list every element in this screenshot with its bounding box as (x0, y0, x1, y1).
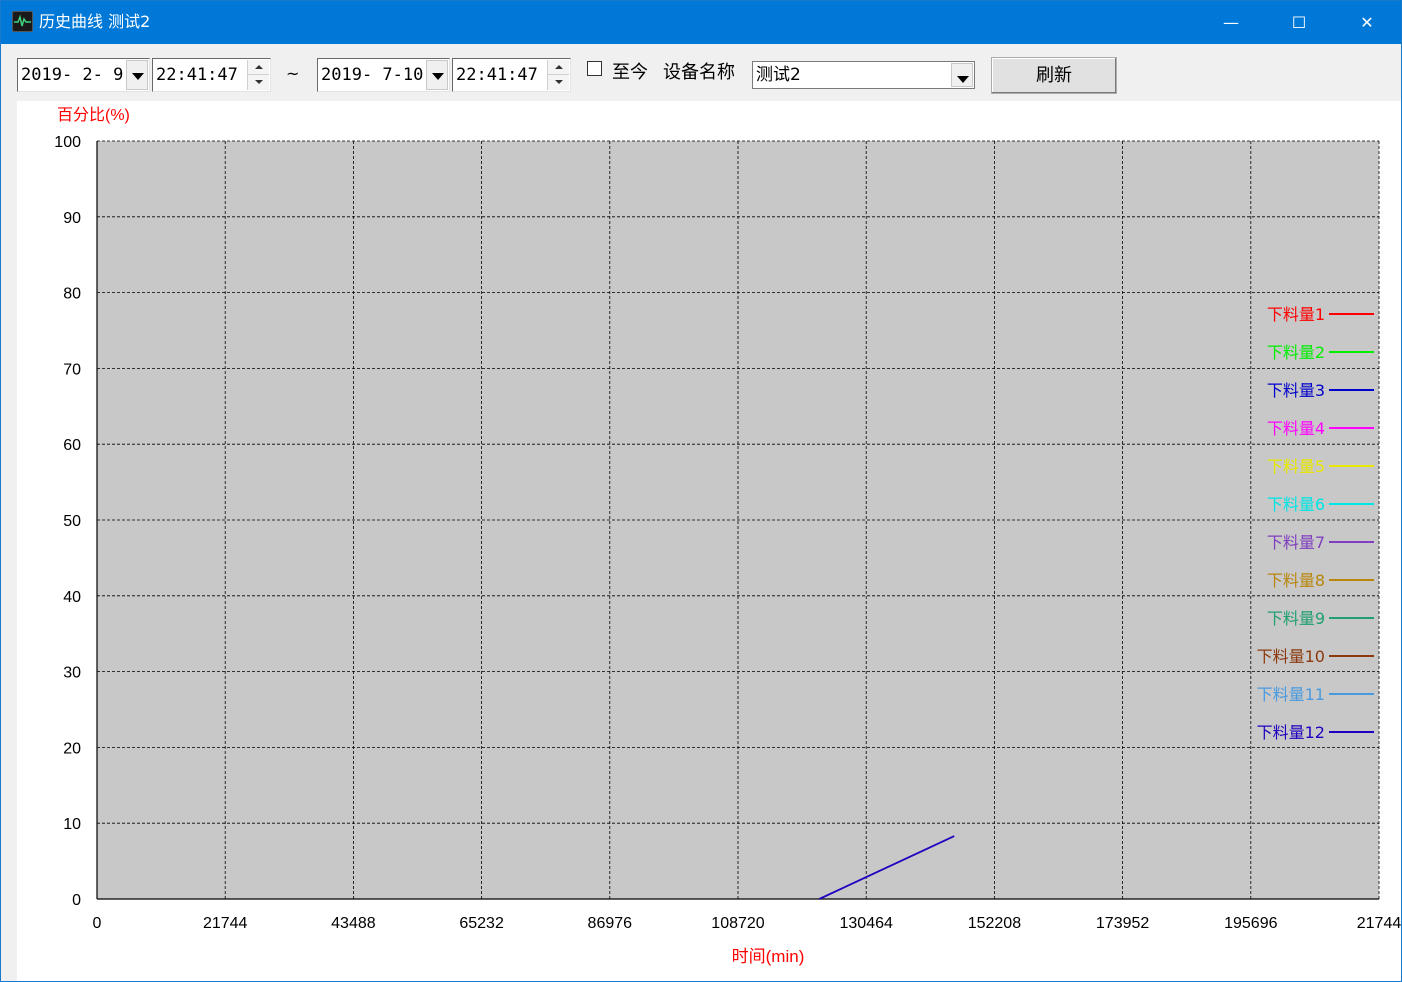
until-now-label[interactable]: 至今 (612, 58, 648, 84)
legend-label: 下料量5 (1267, 457, 1325, 476)
x-tick-label: 86976 (588, 915, 633, 932)
start-time-field[interactable]: 22:41:47 (152, 58, 271, 92)
x-tick-label: 65232 (459, 915, 504, 932)
spin-down-icon[interactable] (248, 75, 269, 90)
end-time-value: 22:41:47 (456, 65, 538, 85)
legend-label: 下料量2 (1267, 343, 1325, 362)
x-tick-label: 21744 (1357, 915, 1401, 932)
start-time-spinner[interactable] (247, 60, 269, 90)
start-date-picker[interactable]: 2019- 2- 9 (17, 58, 150, 92)
end-time-field[interactable]: 22:41:47 (452, 58, 571, 92)
chevron-down-icon[interactable] (426, 60, 448, 90)
history-curve-window: 历史曲线 测试2 — ☐ ✕ 2019- 2- 9 22:41:47 ~ 201… (0, 0, 1402, 982)
y-axis-title: 百分比(%) (57, 106, 130, 124)
until-now-checkbox[interactable] (587, 61, 602, 76)
y-tick-label: 90 (63, 210, 81, 227)
legend-label: 下料量10 (1257, 647, 1325, 666)
start-time-value: 22:41:47 (156, 65, 238, 85)
x-tick-label: 108720 (711, 915, 764, 932)
history-chart: 0 10 20 30 40 50 60 70 80 90 100 0 21744 43488 65232 86… (17, 101, 1401, 981)
history-chart-svg: 0 10 20 30 40 50 60 70 80 90 100 0 21744 43488 65232 86… (54, 106, 1401, 966)
end-time-spinner[interactable] (547, 60, 569, 90)
start-date-value: 2019- 2- 9 (21, 65, 124, 85)
x-tick-label: 173952 (1096, 915, 1149, 932)
x-axis-title: 时间(min) (732, 947, 805, 966)
spin-up-icon[interactable] (248, 60, 269, 75)
device-select[interactable]: 测试2 (752, 61, 975, 89)
x-tick-label: 21744 (203, 915, 248, 932)
legend-label: 下料量6 (1267, 495, 1325, 514)
x-tick-label: 0 (93, 915, 102, 932)
legend-label: 下料量4 (1267, 419, 1325, 438)
window-title: 历史曲线 测试2 (39, 12, 151, 31)
close-icon[interactable]: ✕ (1333, 1, 1401, 44)
legend-label: 下料量8 (1267, 571, 1325, 590)
y-tick-label: 100 (54, 134, 81, 151)
y-tick-label: 20 (63, 740, 81, 757)
y-tick-label: 50 (63, 513, 81, 530)
spin-down-icon[interactable] (548, 75, 569, 90)
chevron-down-icon[interactable] (126, 60, 148, 90)
y-tick-label: 70 (63, 361, 81, 378)
title-bar[interactable]: 历史曲线 测试2 — ☐ ✕ (1, 1, 1401, 44)
x-tick-label: 195696 (1224, 915, 1277, 932)
legend-label: 下料量9 (1267, 609, 1325, 628)
minimize-icon[interactable]: — (1197, 1, 1265, 44)
spin-up-icon[interactable] (548, 60, 569, 75)
legend-label: 下料量1 (1267, 305, 1325, 324)
y-tick-label: 30 (63, 665, 81, 682)
range-separator: ~ (286, 64, 300, 83)
device-select-value: 测试2 (756, 65, 801, 85)
refresh-button[interactable]: 刷新 (991, 57, 1117, 94)
y-tick-label: 40 (63, 589, 81, 606)
y-tick-label: 80 (63, 286, 81, 303)
legend-label: 下料量7 (1267, 533, 1325, 552)
legend-label: 下料量12 (1257, 723, 1325, 742)
legend-label: 下料量3 (1267, 381, 1325, 400)
device-name-label: 设备名称 (663, 62, 735, 83)
x-tick-label: 130464 (840, 915, 893, 932)
y-tick-label: 10 (63, 816, 81, 833)
x-tick-label: 152208 (968, 915, 1021, 932)
oscilloscope-icon (12, 11, 33, 32)
y-tick-label: 60 (63, 437, 81, 454)
maximize-icon[interactable]: ☐ (1265, 1, 1333, 44)
y-tick-label: 0 (72, 892, 81, 909)
legend-label: 下料量11 (1257, 685, 1325, 704)
chevron-down-icon[interactable] (951, 63, 973, 87)
end-date-value: 2019- 7-10 (321, 65, 424, 85)
end-date-picker[interactable]: 2019- 7-10 (317, 58, 450, 92)
x-tick-label: 43488 (331, 915, 376, 932)
query-toolbar: 2019- 2- 9 22:41:47 ~ 2019- 7-10 22:41:4… (1, 44, 1401, 101)
